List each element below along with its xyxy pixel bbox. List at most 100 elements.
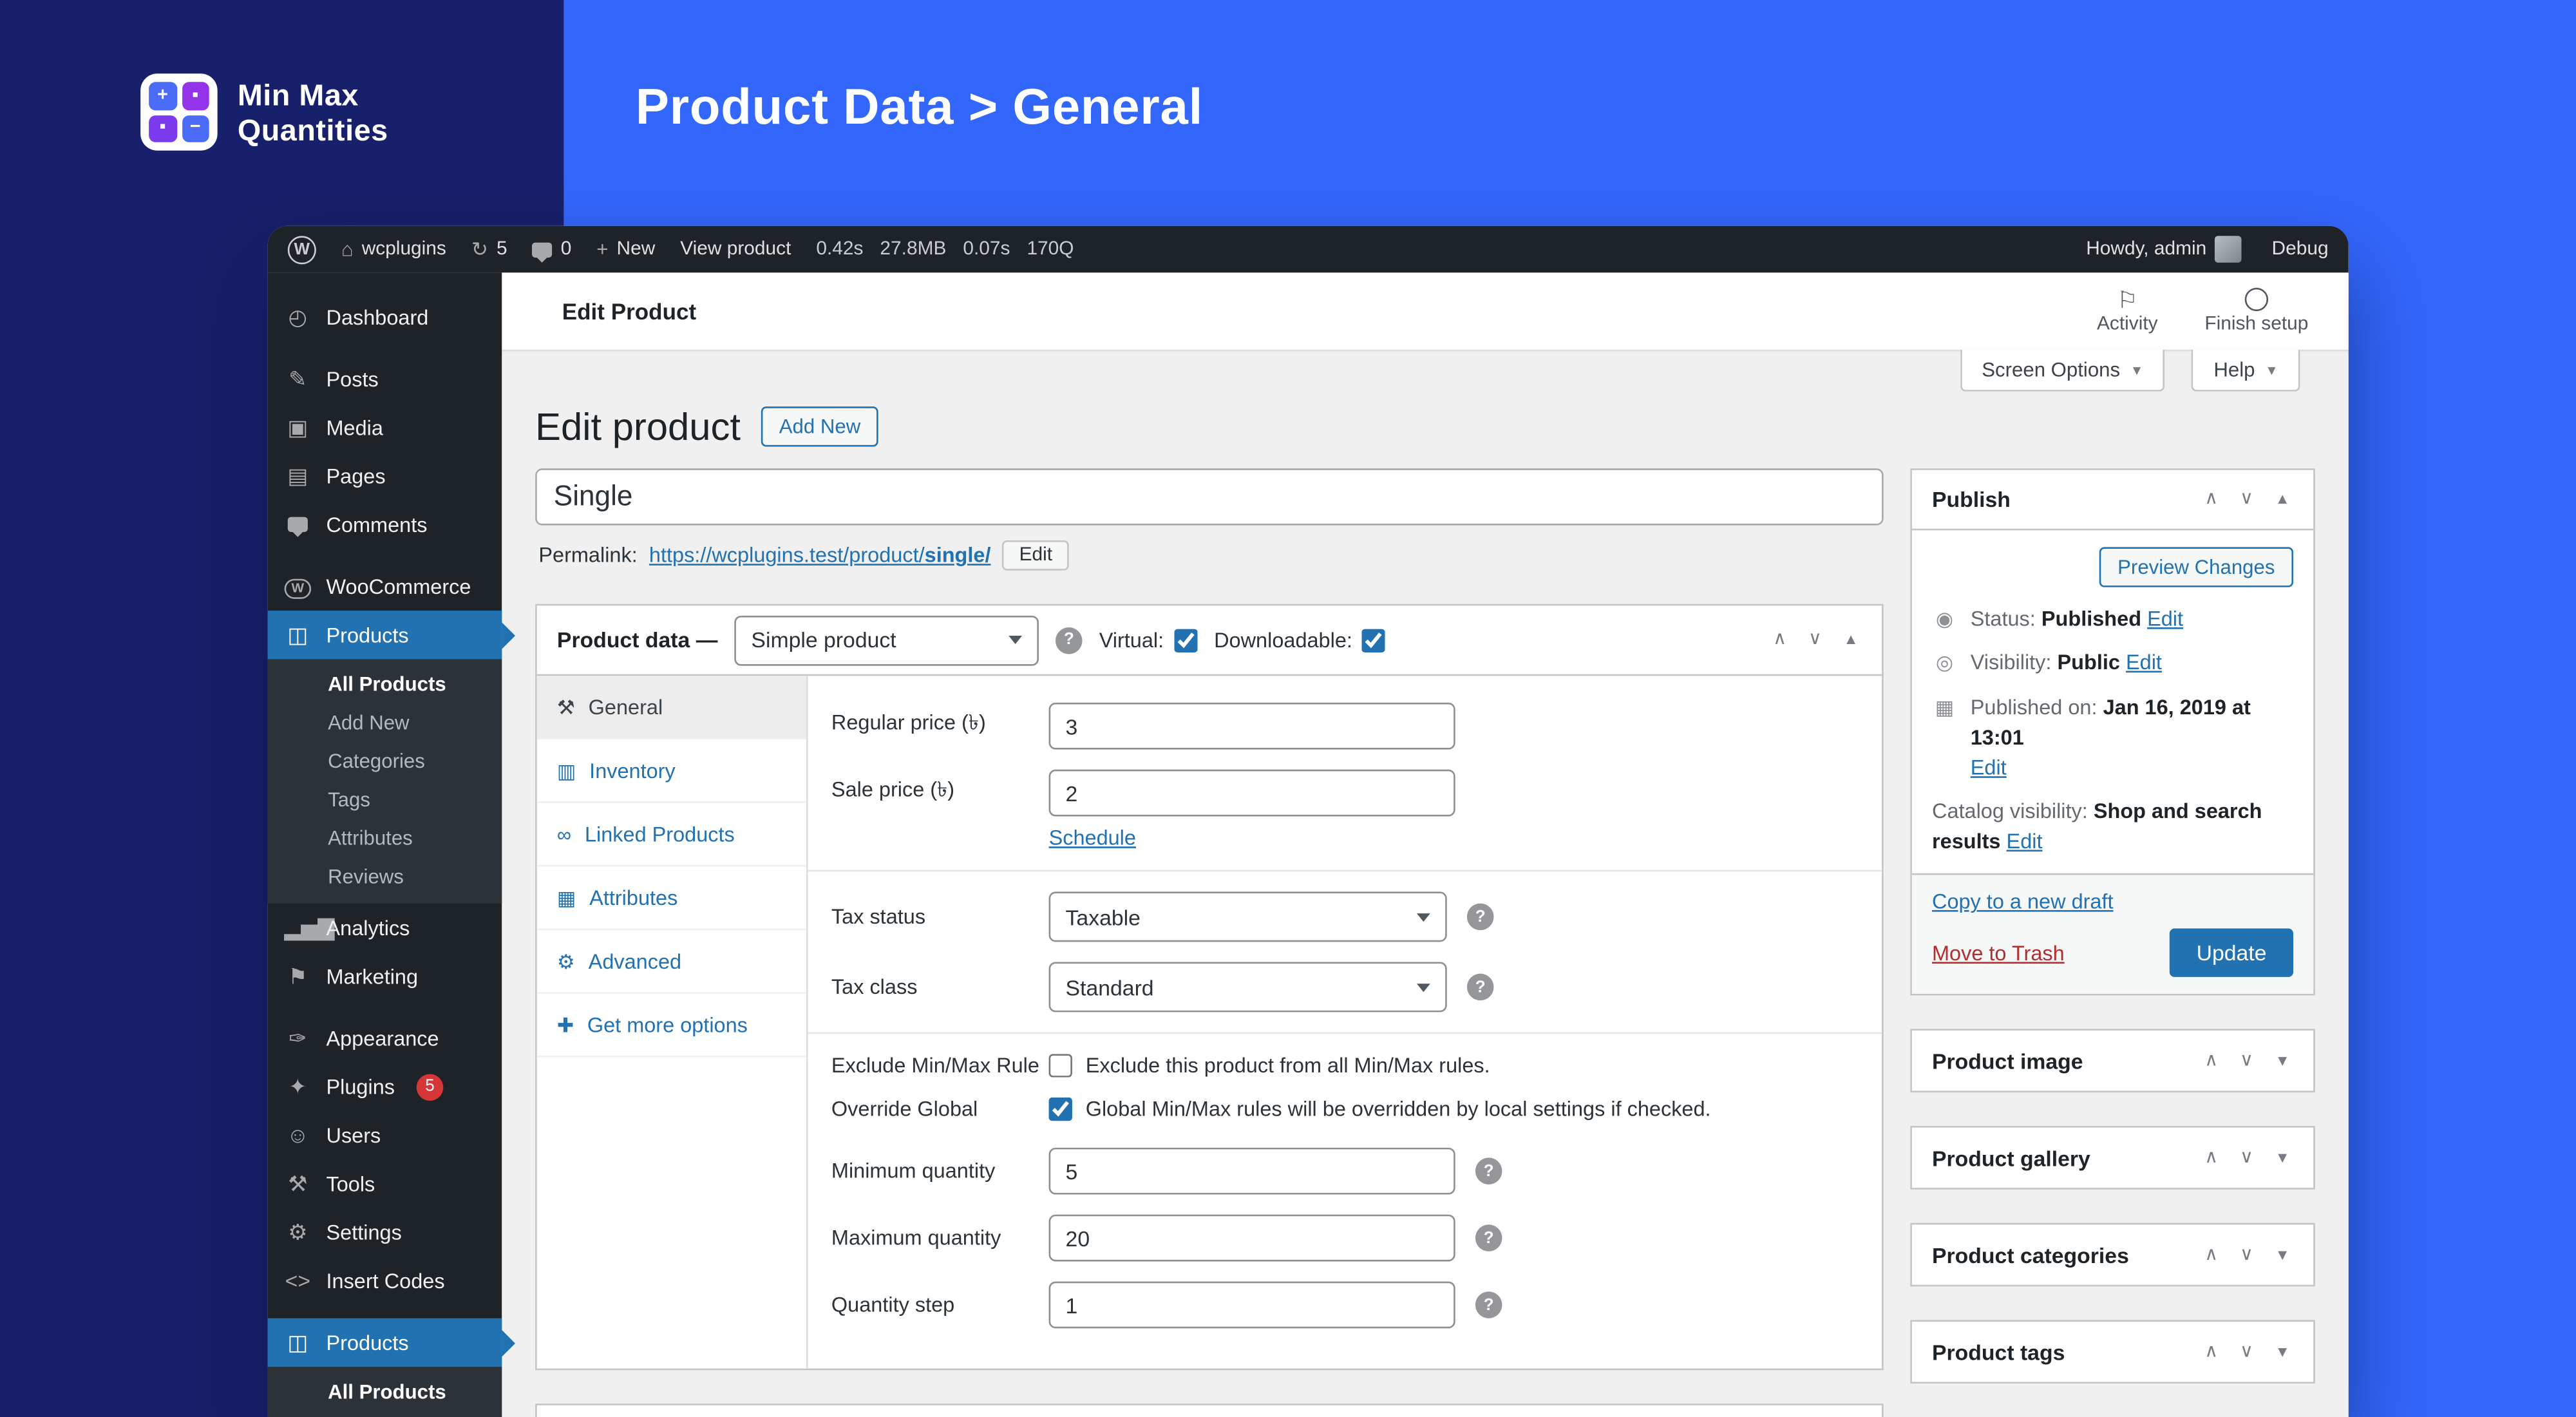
exclude-rule-checkbox[interactable] bbox=[1049, 1054, 1072, 1077]
tax-status-select[interactable]: Taxable bbox=[1049, 891, 1447, 942]
toggle-panel-icon[interactable]: ▼ bbox=[2275, 1054, 2290, 1069]
edit-visibility-link[interactable]: Edit bbox=[2126, 651, 2162, 674]
move-down-icon[interactable]: ∨ bbox=[2240, 1246, 2253, 1265]
help-tip-icon[interactable]: ? bbox=[1467, 904, 1494, 931]
minimum-quantity-input[interactable] bbox=[1049, 1148, 1455, 1195]
tab-get-more-options[interactable]: ✚ Get more options bbox=[537, 994, 806, 1058]
tab-advanced[interactable]: ⚙ Advanced bbox=[537, 930, 806, 994]
activity-label: Activity bbox=[2097, 314, 2158, 334]
sidebar-item-posts[interactable]: ✎ Posts bbox=[268, 355, 502, 403]
new-content-item[interactable]: + New bbox=[596, 239, 655, 259]
move-down-icon[interactable]: ∨ bbox=[2240, 490, 2253, 509]
help-tip-icon[interactable]: ? bbox=[1056, 627, 1083, 654]
move-up-icon[interactable]: ∧ bbox=[2204, 1343, 2218, 1362]
regular-price-input[interactable] bbox=[1049, 703, 1455, 750]
sidebar-item-products[interactable]: ◫ Products bbox=[268, 611, 502, 659]
move-up-icon[interactable]: ∧ bbox=[2204, 1246, 2218, 1265]
submenu-item-attributes[interactable]: Attributes bbox=[268, 818, 502, 857]
submenu-item-categories[interactable]: Categories bbox=[268, 741, 502, 780]
edit-catalog-link[interactable]: Edit bbox=[2007, 830, 2043, 853]
sidebar-item-plugins[interactable]: ✦ Plugins 5 bbox=[268, 1062, 502, 1110]
maximum-quantity-input[interactable] bbox=[1049, 1215, 1455, 1262]
tab-linked-products[interactable]: ∞ Linked Products bbox=[537, 803, 806, 867]
move-to-trash-link[interactable]: Move to Trash bbox=[1932, 942, 2065, 965]
debug-item[interactable]: Debug bbox=[2272, 239, 2329, 259]
progress-circle-icon bbox=[2245, 288, 2268, 311]
sidebar-item-users[interactable]: ☺ Users bbox=[268, 1111, 502, 1159]
move-down-icon[interactable]: ∨ bbox=[2240, 1149, 2253, 1168]
help-label: Help bbox=[2213, 358, 2255, 381]
submenu-item-all-products[interactable]: All Products bbox=[268, 664, 502, 703]
sidebar-item-comments[interactable]: Comments bbox=[268, 500, 502, 549]
screen-options-button[interactable]: Screen Options ▼ bbox=[1960, 350, 2166, 392]
help-button[interactable]: Help ▼ bbox=[2192, 350, 2300, 392]
logo-minus-tile: − bbox=[182, 115, 209, 142]
move-down-icon[interactable]: ∨ bbox=[2240, 1052, 2253, 1071]
published-on-row: ▦ Published on: Jan 16, 2019 at 13:01 Ed… bbox=[1932, 692, 2293, 783]
toggle-panel-icon[interactable]: ▼ bbox=[2275, 1248, 2290, 1262]
sidebar-item-label: Analytics bbox=[326, 916, 410, 939]
override-global-checkbox[interactable] bbox=[1049, 1098, 1072, 1121]
add-new-button[interactable]: Add New bbox=[761, 406, 879, 446]
edit-published-link[interactable]: Edit bbox=[1971, 756, 2007, 779]
toggle-panel-icon[interactable]: ▼ bbox=[2275, 1345, 2290, 1360]
move-up-icon[interactable]: ∧ bbox=[2204, 1149, 2218, 1168]
sale-price-input[interactable] bbox=[1049, 770, 1455, 817]
sidebar-item-media[interactable]: ▣ Media bbox=[268, 403, 502, 452]
sidebar-item-analytics[interactable]: ▂▅▇ Analytics bbox=[268, 904, 502, 952]
update-button[interactable]: Update bbox=[2170, 929, 2293, 978]
submenu-item-reviews[interactable]: Reviews bbox=[268, 857, 502, 895]
view-product-item[interactable]: View product bbox=[680, 239, 791, 259]
updates-item[interactable]: ↻ 5 bbox=[471, 239, 507, 259]
finish-setup-button[interactable]: Finish setup bbox=[2204, 288, 2308, 335]
sidebar-item-marketing[interactable]: ⚑ Marketing bbox=[268, 952, 502, 1000]
preview-changes-button[interactable]: Preview Changes bbox=[2099, 547, 2293, 587]
submenu-item-all-products[interactable]: All Products bbox=[268, 1372, 502, 1411]
product-title-input[interactable] bbox=[535, 468, 1884, 525]
help-tip-icon[interactable]: ? bbox=[1475, 1157, 1502, 1184]
quantity-step-input[interactable] bbox=[1049, 1282, 1455, 1329]
tab-attributes[interactable]: ▦ Attributes bbox=[537, 866, 806, 930]
tab-inventory[interactable]: ▥ Inventory bbox=[537, 739, 806, 803]
sidebar-item-pages[interactable]: ▤ Pages bbox=[268, 452, 502, 500]
sidebar-item-appearance[interactable]: ✑ Appearance bbox=[268, 1014, 502, 1062]
sidebar-item-woocommerce[interactable]: W WooCommerce bbox=[268, 562, 502, 611]
virtual-checkbox[interactable] bbox=[1174, 628, 1197, 651]
toggle-panel-icon[interactable]: ▲ bbox=[1844, 632, 1859, 647]
submenu-item-tags[interactable]: Tags bbox=[268, 779, 502, 818]
move-up-icon[interactable]: ∧ bbox=[2204, 490, 2218, 509]
tax-class-row: Tax class Standard ? bbox=[831, 962, 1855, 1013]
sidebar-item-dashboard[interactable]: ◴ Dashboard bbox=[268, 293, 502, 341]
help-tip-icon[interactable]: ? bbox=[1467, 974, 1494, 1001]
downloadable-checkbox[interactable] bbox=[1363, 628, 1386, 651]
schedule-link[interactable]: Schedule bbox=[1049, 826, 1136, 850]
help-tip-icon[interactable]: ? bbox=[1475, 1291, 1502, 1318]
sidebar-item-settings[interactable]: ⚙ Settings bbox=[268, 1208, 502, 1256]
gear-icon: ⚙ bbox=[557, 951, 575, 971]
sidebar-item-products-2[interactable]: ◫ Products bbox=[268, 1318, 502, 1367]
submenu-item-add-new[interactable]: Add New bbox=[268, 703, 502, 741]
move-down-icon[interactable]: ∨ bbox=[2240, 1343, 2253, 1362]
sidebar-item-tools[interactable]: ⚒ Tools bbox=[268, 1159, 502, 1208]
my-account-item[interactable]: Howdy, admin bbox=[2086, 236, 2242, 263]
copy-to-draft-link[interactable]: Copy to a new draft bbox=[1932, 891, 2114, 914]
site-name-item[interactable]: ⌂ wcplugins bbox=[341, 239, 446, 259]
toggle-panel-icon[interactable]: ▲ bbox=[2275, 492, 2290, 507]
sidebar-item-insert-codes[interactable]: <> Insert Codes bbox=[268, 1257, 502, 1305]
edit-status-link[interactable]: Edit bbox=[2147, 607, 2183, 631]
tax-class-select[interactable]: Standard bbox=[1049, 962, 1447, 1013]
permalink-link[interactable]: https://wcplugins.test/product/single/ bbox=[649, 544, 991, 567]
move-down-icon[interactable]: ∨ bbox=[1808, 631, 1822, 649]
help-tip-icon[interactable]: ? bbox=[1475, 1224, 1502, 1251]
comments-item[interactable]: 0 bbox=[533, 239, 572, 259]
move-up-icon[interactable]: ∧ bbox=[1773, 631, 1786, 649]
edit-permalink-button[interactable]: Edit bbox=[1003, 540, 1069, 571]
product-type-select[interactable]: Simple product bbox=[734, 615, 1039, 665]
activity-button[interactable]: ⚐ Activity bbox=[2097, 288, 2158, 335]
move-up-icon[interactable]: ∧ bbox=[2204, 1052, 2218, 1071]
toggle-panel-icon[interactable]: ▼ bbox=[2275, 1151, 2290, 1166]
wordpress-logo-icon[interactable]: W bbox=[288, 235, 316, 263]
tab-general[interactable]: ⚒ General bbox=[537, 676, 806, 739]
exclude-rule-desc: Exclude this product from all Min/Max ru… bbox=[1086, 1054, 1490, 1077]
calendar-icon: ▦ bbox=[1932, 692, 1957, 723]
